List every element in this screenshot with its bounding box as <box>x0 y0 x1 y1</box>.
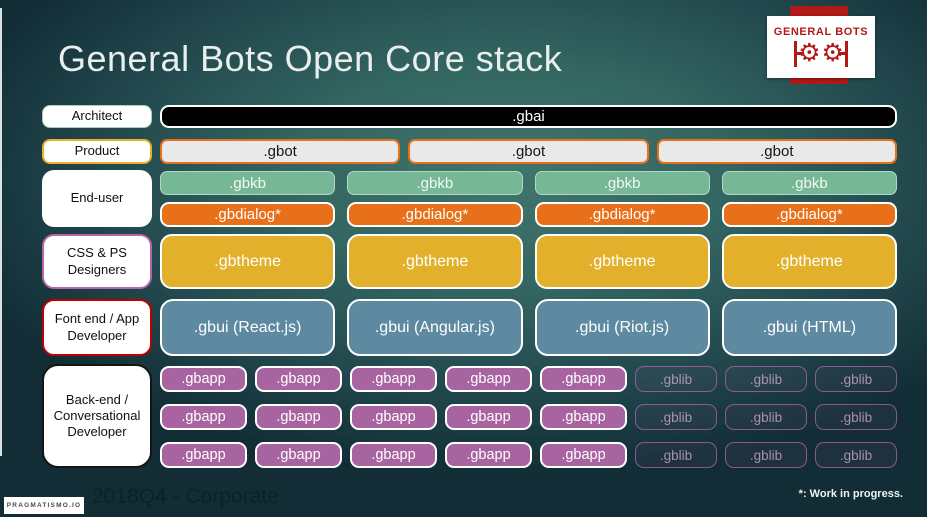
stack-box-gbot: .gbot <box>656 139 897 164</box>
page-title: General Bots Open Core stack <box>58 38 563 79</box>
logo-brand-text: GENERAL BOTS <box>773 25 869 38</box>
row-gbtheme: .gbtheme .gbtheme .gbtheme .gbtheme <box>160 234 897 289</box>
general-bots-logo: GENERAL BOTS ⚙ ⚙ <box>767 16 875 78</box>
stack-box-gblib: .gblib <box>635 442 717 468</box>
pragmatismo-watermark: PRAGMATISMO.IO <box>4 497 84 514</box>
row-gbot: .gbot .gbot .gbot <box>160 139 897 164</box>
role-label-end-user: End-user <box>42 170 152 227</box>
stack-box-gblib: .gblib <box>725 442 807 468</box>
stack-box-gbot: .gbot <box>408 139 649 164</box>
role-label-architect: Architect <box>42 105 152 128</box>
stack-box-gbkb: .gbkb <box>160 171 336 195</box>
row-gbapp-1: .gbapp .gbapp .gbapp .gbapp .gbapp .gbli… <box>160 366 897 392</box>
row-gbui: .gbui (React.js) .gbui (Angular.js) .gbu… <box>160 299 897 356</box>
stack-box-gbapp: .gbapp <box>255 366 342 392</box>
stack-box-gbapp: .gbapp <box>160 442 247 468</box>
row-gbdialog: .gbdialog* .gbdialog* .gbdialog* .gbdial… <box>160 202 897 227</box>
gear-bar-right <box>837 40 848 67</box>
role-label-frontend-app-developer: Font end / App Developer <box>42 299 152 356</box>
stack-box-gbot: .gbot <box>160 139 401 164</box>
stack-box-gblib: .gblib <box>725 404 807 430</box>
role-label-css-ps-designers: CSS & PS Designers <box>42 234 152 289</box>
stack-box-gbkb: .gbkb <box>534 171 710 195</box>
row-gbai: .gbai <box>160 105 897 128</box>
role-label-product: Product <box>42 139 152 164</box>
stack-box-gbai: .gbai <box>160 105 897 128</box>
stack-box-gbapp: .gbapp <box>540 404 627 430</box>
stack-box-gbapp: .gbapp <box>350 404 437 430</box>
stack-box-gbapp: .gbapp <box>255 404 342 430</box>
stack-box-gbtheme: .gbtheme <box>160 234 336 289</box>
stack-box-gbapp: .gbapp <box>445 404 532 430</box>
work-in-progress-footnote: *: Work in progress. <box>798 488 903 500</box>
stack-box-gbui-riot: .gbui (Riot.js) <box>534 299 710 356</box>
stack-box-gbapp: .gbapp <box>255 442 342 468</box>
stack-box-gblib: .gblib <box>635 366 717 392</box>
stack-box-gbdialog: .gbdialog* <box>347 202 523 227</box>
row-gbkb: .gbkb .gbkb .gbkb .gbkb <box>160 171 897 195</box>
stack-box-gbapp: .gbapp <box>445 442 532 468</box>
stack-box-gblib: .gblib <box>815 442 897 468</box>
gears-icon: ⚙ ⚙ <box>794 39 848 69</box>
stack-box-gblib: .gblib <box>635 404 717 430</box>
stack-box-gbapp: .gbapp <box>160 366 247 392</box>
stack-box-gbdialog: .gbdialog* <box>721 202 897 227</box>
stack-box-gbkb: .gbkb <box>347 171 523 195</box>
footer-date-label: 2018Q4 - Corporate <box>92 485 279 508</box>
stack-box-gbui-html: .gbui (HTML) <box>721 299 897 356</box>
stack-box-gblib: .gblib <box>815 366 897 392</box>
stack-box-gbapp: .gbapp <box>540 442 627 468</box>
stack-box-gbtheme: .gbtheme <box>534 234 710 289</box>
row-gbapp-2: .gbapp .gbapp .gbapp .gbapp .gbapp .gbli… <box>160 404 897 430</box>
stack-box-gbkb: .gbkb <box>721 171 897 195</box>
slide: General Bots Open Core stack GENERAL BOT… <box>0 0 927 517</box>
stack-box-gbtheme: .gbtheme <box>347 234 523 289</box>
row-gbapp-3: .gbapp .gbapp .gbapp .gbapp .gbapp .gbli… <box>160 442 897 468</box>
role-label-backend-conversational-developer: Back-end / Conversational Developer <box>42 364 152 468</box>
stack-box-gbtheme: .gbtheme <box>721 234 897 289</box>
slide-left-edge-line <box>0 8 2 456</box>
stack-box-gbui-angular: .gbui (Angular.js) <box>347 299 523 356</box>
stack-box-gbapp: .gbapp <box>540 366 627 392</box>
stack-box-gbapp: .gbapp <box>160 404 247 430</box>
stack-box-gbdialog: .gbdialog* <box>534 202 710 227</box>
stack-box-gbapp: .gbapp <box>350 366 437 392</box>
stack-box-gbapp: .gbapp <box>445 366 532 392</box>
stack-box-gblib: .gblib <box>725 366 807 392</box>
gear-bar-left <box>794 40 805 67</box>
stack-box-gblib: .gblib <box>815 404 897 430</box>
stack-box-gbapp: .gbapp <box>350 442 437 468</box>
stack-box-gbui-react: .gbui (React.js) <box>160 299 336 356</box>
stack-box-gbdialog: .gbdialog* <box>160 202 336 227</box>
